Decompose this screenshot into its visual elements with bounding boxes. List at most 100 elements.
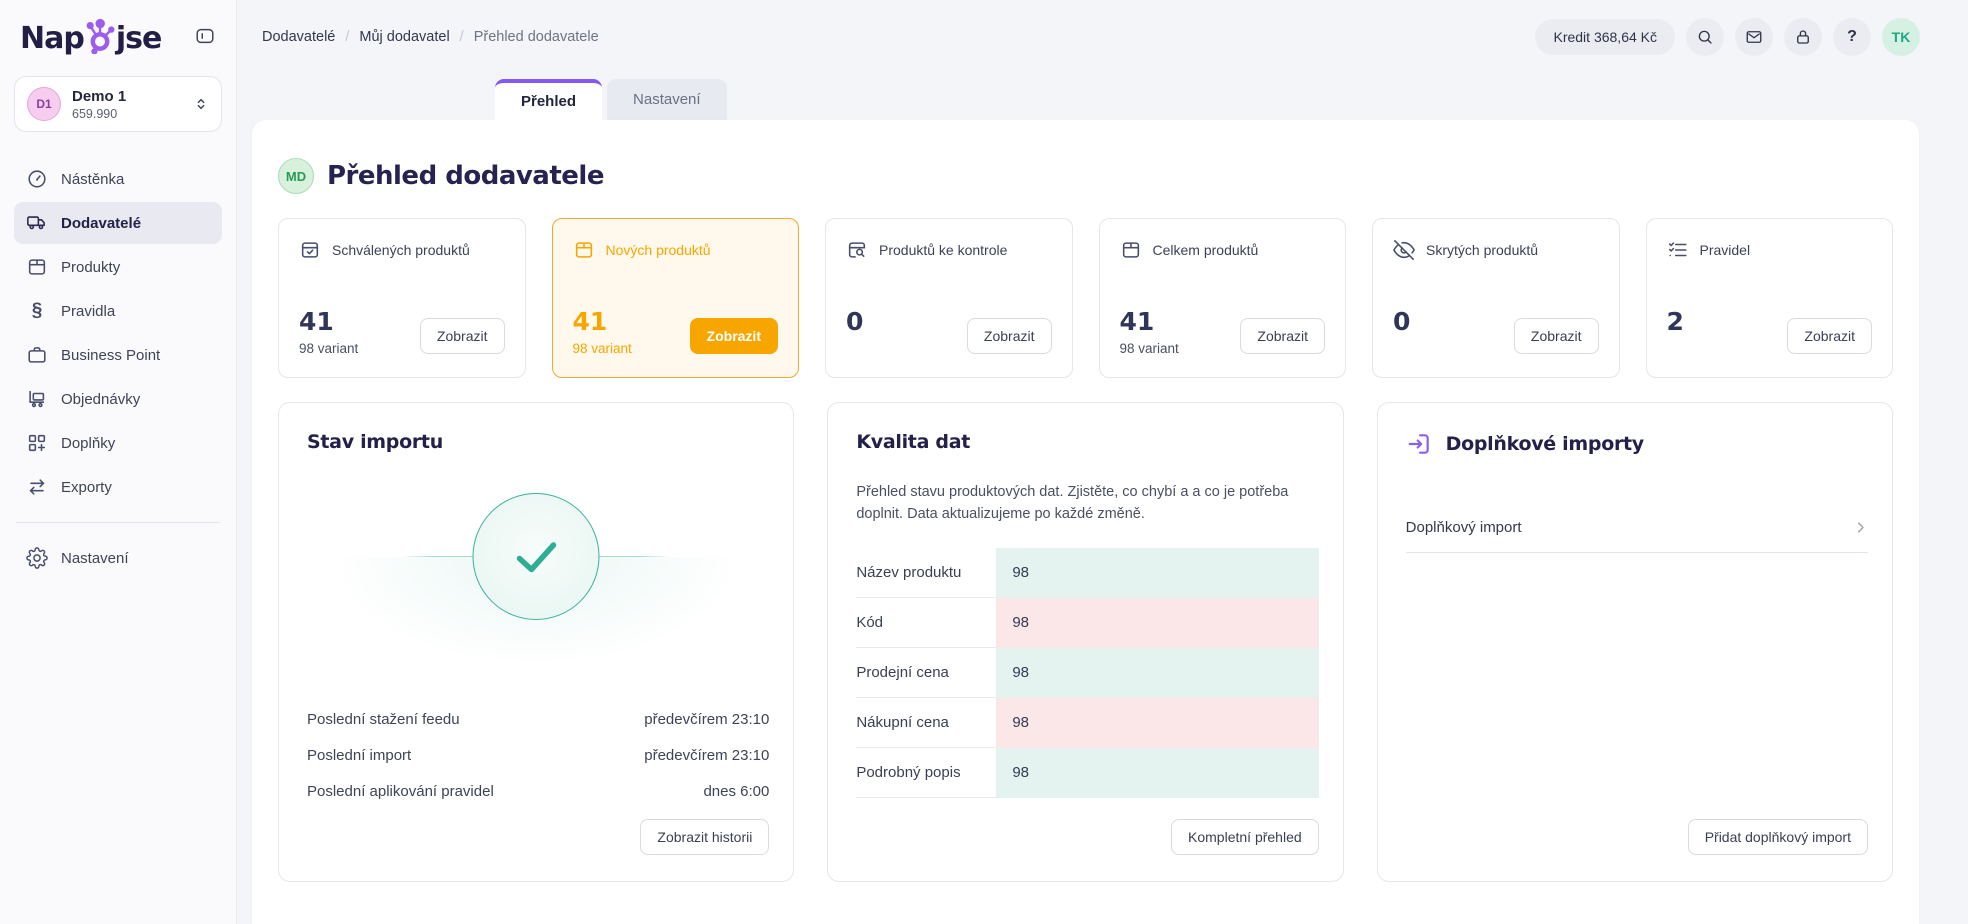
- status-row: Poslední import předevčírem 23:10: [307, 737, 769, 773]
- sidebar-divider: [16, 522, 220, 523]
- panel-title: Stav importu: [307, 431, 769, 453]
- stat-label: Celkem produktů: [1153, 242, 1259, 258]
- stat-sub: 98 variant: [1120, 341, 1179, 357]
- breadcrumb-item[interactable]: Můj dodavatel: [359, 29, 449, 45]
- box-search-icon: [846, 239, 868, 261]
- lock-icon: [1794, 28, 1812, 46]
- stat-value: 41: [299, 307, 358, 336]
- eye-off-icon: [1393, 239, 1415, 261]
- zobrazit-button[interactable]: Zobrazit: [967, 318, 1052, 354]
- stat-value: 0: [846, 307, 863, 336]
- sidebar-item-label: Dodavatelé: [61, 215, 141, 232]
- table-row: Prodejní cena 98: [856, 648, 1318, 698]
- panel-title: Doplňkové importy: [1446, 433, 1644, 455]
- stat-label: Pravidel: [1700, 242, 1751, 258]
- sidebar-item-label: Exporty: [61, 479, 112, 496]
- add-extra-import-button[interactable]: Přidat doplňkový import: [1688, 819, 1868, 855]
- stat-value: 41: [1120, 307, 1179, 336]
- row-label: Kód: [856, 598, 996, 648]
- sidebar-item-produkty[interactable]: Produkty: [14, 246, 222, 288]
- workspace-name: Demo 1: [72, 88, 182, 105]
- status-row: Poslední stažení feedu předevčírem 23:10: [307, 701, 769, 737]
- data-quality-description: Přehled stavu produktových dat. Zjistěte…: [856, 481, 1318, 526]
- topbar-actions: Kredit 368,64 Kč: [1535, 18, 1920, 56]
- arrows-swap-icon: [26, 476, 48, 498]
- sidebar-item-exporty[interactable]: Exporty: [14, 466, 222, 508]
- full-overview-button[interactable]: Kompletní přehled: [1171, 819, 1319, 855]
- sidebar-item-nastenka[interactable]: Nástěnka: [14, 158, 222, 200]
- app-logo[interactable]: Nap jse: [20, 18, 161, 54]
- credit-badge[interactable]: Kredit 368,64 Kč: [1535, 19, 1675, 55]
- sidebar-item-business-point[interactable]: Business Point: [14, 334, 222, 376]
- row-value: 98: [996, 648, 1318, 698]
- sidebar-collapse-icon[interactable]: [192, 23, 218, 49]
- sidebar-item-label: Nástěnka: [61, 171, 124, 188]
- workspace-number: 659.990: [72, 107, 182, 121]
- stat-label: Schválených produktů: [332, 242, 470, 258]
- stat-sub: 98 variant: [573, 341, 632, 357]
- truck-icon: [26, 212, 48, 234]
- row-value: 98: [996, 748, 1318, 798]
- show-history-button[interactable]: Zobrazit historii: [640, 819, 769, 855]
- sidebar: Nap jse D1 Demo: [0, 0, 237, 924]
- paragraph-icon: §: [26, 300, 48, 322]
- data-quality-table: Název produktu 98 Kód 98 Prodejní cena 9…: [856, 548, 1318, 798]
- stat-sub: [1667, 341, 1684, 357]
- panel-title: Kvalita dat: [856, 431, 1318, 453]
- zobrazit-button[interactable]: Zobrazit: [1787, 318, 1872, 354]
- mail-icon: [1745, 28, 1763, 46]
- breadcrumb-current: Přehled dodavatele: [474, 29, 599, 45]
- tab-bar: Přehled Nastavení: [237, 73, 1968, 120]
- gear-icon: [26, 547, 48, 569]
- zobrazit-button[interactable]: Zobrazit: [1240, 318, 1325, 354]
- sidebar-item-label: Nastavení: [61, 550, 129, 567]
- user-avatar[interactable]: TK: [1882, 18, 1920, 56]
- row-value: 98: [996, 548, 1318, 598]
- extra-import-label: Doplňkový import: [1406, 519, 1522, 536]
- stat-label: Skrytých produktů: [1426, 242, 1538, 258]
- sidebar-item-nastaveni[interactable]: Nastavení: [14, 537, 222, 579]
- breadcrumb-separator: /: [345, 29, 349, 45]
- box-icon: [1120, 239, 1142, 261]
- sidebar-item-pravidla[interactable]: § Pravidla: [14, 290, 222, 332]
- messages-button[interactable]: [1735, 18, 1773, 56]
- sidebar-item-label: Objednávky: [61, 391, 140, 408]
- tab-prehled[interactable]: Přehled: [495, 79, 602, 120]
- check-circle-icon: [473, 493, 600, 620]
- tab-nastaveni[interactable]: Nastavení: [607, 79, 727, 120]
- import-icon: [1406, 431, 1432, 457]
- breadcrumb-separator: /: [460, 29, 464, 45]
- stat-value: 41: [573, 307, 632, 336]
- zobrazit-button[interactable]: Zobrazit: [690, 318, 778, 354]
- workspace-selector[interactable]: D1 Demo 1 659.990: [14, 76, 222, 132]
- stat-card-ke-kontrole: Produktů ke kontrole 0 Zobrazit: [825, 218, 1073, 378]
- zobrazit-button[interactable]: Zobrazit: [1514, 318, 1599, 354]
- main-column: Dodavatelé / Můj dodavatel / Přehled dod…: [237, 0, 1968, 924]
- status-row-value: dnes 6:00: [703, 783, 769, 800]
- stat-sub: [1393, 341, 1410, 357]
- sidebar-item-doplnky[interactable]: Doplňky: [14, 422, 222, 464]
- cart-icon: [26, 388, 48, 410]
- help-button[interactable]: ?: [1833, 18, 1871, 56]
- stat-value: 0: [1393, 307, 1410, 336]
- workspace-avatar: D1: [27, 87, 61, 121]
- stat-card-nove: Nových produktů 41 98 variant Zobrazit: [552, 218, 800, 378]
- logo-text-pre: Nap: [20, 24, 84, 54]
- breadcrumb-item[interactable]: Dodavatelé: [262, 29, 335, 45]
- molecule-icon: [84, 18, 116, 54]
- stat-card-celkem: Celkem produktů 41 98 variant Zobrazit: [1099, 218, 1347, 378]
- table-row: Nákupní cena 98: [856, 698, 1318, 748]
- sidebar-item-dodavatele[interactable]: Dodavatelé: [14, 202, 222, 244]
- search-button[interactable]: [1686, 18, 1724, 56]
- table-row: Kód 98: [856, 598, 1318, 648]
- lock-button[interactable]: [1784, 18, 1822, 56]
- zobrazit-button[interactable]: Zobrazit: [420, 318, 505, 354]
- sidebar-item-objednavky[interactable]: Objednávky: [14, 378, 222, 420]
- extra-import-row[interactable]: Doplňkový import: [1406, 519, 1868, 553]
- chevron-right-icon: [1853, 520, 1868, 535]
- status-row-value: předevčírem 23:10: [644, 747, 769, 764]
- status-row-value: předevčírem 23:10: [644, 711, 769, 728]
- sidebar-item-label: Doplňky: [61, 435, 115, 452]
- data-quality-panel: Kvalita dat Přehled stavu produktových d…: [827, 402, 1343, 882]
- stat-card-skryte: Skrytých produktů 0 Zobrazit: [1372, 218, 1620, 378]
